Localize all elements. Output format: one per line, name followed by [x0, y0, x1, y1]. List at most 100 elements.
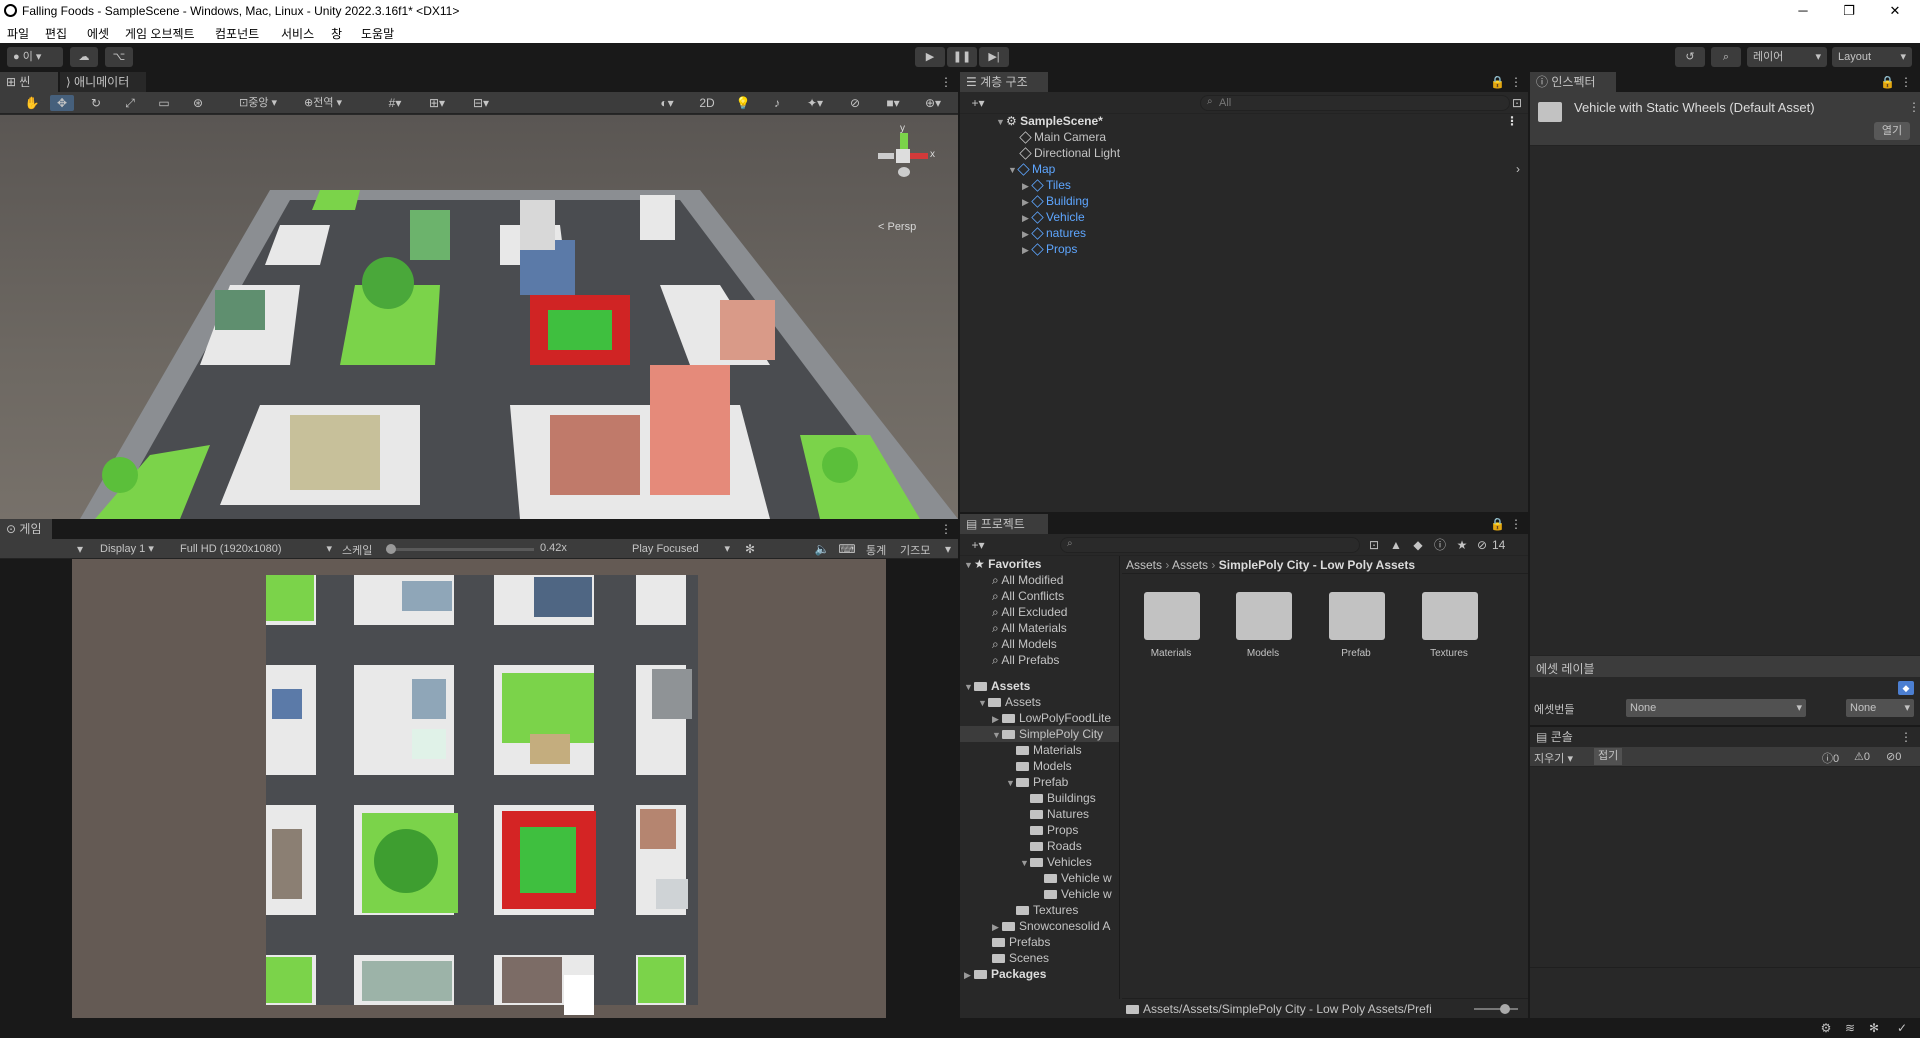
mode-2d-button[interactable]: 2D: [694, 95, 720, 111]
asset-variant-dropdown[interactable]: None ▾: [1846, 699, 1914, 717]
expand-arrow[interactable]: ▶: [1022, 210, 1032, 226]
menu-help[interactable]: 도움말: [361, 25, 394, 42]
tree-item-selected[interactable]: ▼ SimplePoly City: [960, 726, 1119, 742]
grid-snap-icon[interactable]: ⊞▾: [420, 95, 454, 111]
favorite-item[interactable]: ⌕ All Modified: [992, 572, 1063, 588]
hierarchy-item-main-camera[interactable]: Main Camera: [1019, 129, 1106, 145]
hierarchy-item-building[interactable]: ▶ Building: [1022, 193, 1089, 209]
info-filter[interactable]: ⓘ0: [1822, 750, 1839, 766]
label-icon[interactable]: ◆: [1410, 537, 1426, 553]
more-icon[interactable]: ⋮: [1900, 729, 1912, 745]
folder-grid-item[interactable]: Materials: [1136, 586, 1206, 666]
search-by-type-icon[interactable]: ⊡: [1366, 537, 1382, 553]
keyboard-icon[interactable]: ⌨: [838, 541, 856, 557]
breadcrumb-current[interactable]: SimplePoly City - Low Poly Assets: [1219, 558, 1415, 572]
scale-tool-icon[interactable]: ⤢: [118, 95, 142, 111]
hierarchy-item-natures[interactable]: ▶ natures: [1022, 225, 1086, 241]
menu-edit[interactable]: 편집: [45, 25, 67, 42]
more-icon[interactable]: ⋮: [1900, 74, 1912, 90]
open-button[interactable]: 열기: [1874, 122, 1910, 140]
scale-slider-handle[interactable]: [386, 544, 396, 554]
tag-icon[interactable]: ◆: [1898, 681, 1914, 695]
debug-icon[interactable]: ✻: [1866, 1020, 1882, 1036]
orientation-gizmo[interactable]: y x: [868, 123, 938, 183]
gizmos-button[interactable]: 기즈모: [900, 542, 930, 558]
auto-refresh-icon[interactable]: ⚙: [1818, 1020, 1834, 1036]
expand-arrow[interactable]: ▶: [1022, 242, 1032, 258]
lock-icon[interactable]: 🔒: [1490, 516, 1505, 532]
step-button[interactable]: ▶|: [979, 47, 1009, 67]
tab-scene[interactable]: ⊞ 씬: [0, 72, 58, 92]
scene-root[interactable]: ▼⚙ SampleScene* ⋮: [996, 113, 1526, 129]
display-dropdown[interactable]: Display 1 ▾: [96, 540, 168, 558]
tree-packages-root[interactable]: ▶ Packages: [964, 966, 1046, 982]
hierarchy-search[interactable]: ⌕ All: [1200, 95, 1510, 111]
hand-tool-icon[interactable]: ✋: [20, 95, 44, 111]
more-icon[interactable]: ⋮: [1510, 516, 1522, 532]
error-filter[interactable]: ⊘0: [1886, 750, 1901, 763]
hierarchy-item-tiles[interactable]: ▶ Tiles: [1022, 177, 1071, 193]
folder-grid-item[interactable]: Models: [1228, 586, 1298, 666]
minimize-button[interactable]: ─: [1780, 0, 1826, 22]
maximize-button[interactable]: ❐: [1826, 0, 1872, 22]
tree-assets-root[interactable]: ▼ Assets: [964, 678, 1030, 694]
play-mode-dropdown[interactable]: Play Focused ▾: [628, 540, 734, 558]
check-icon[interactable]: ✓: [1894, 1020, 1910, 1036]
more-icon[interactable]: ⋮: [1510, 74, 1522, 90]
tree-item[interactable]: ▶ Snowconesolid A: [992, 918, 1110, 934]
chevron-down-icon[interactable]: ▾: [942, 541, 954, 557]
expand-arrow[interactable]: ▼: [996, 114, 1006, 130]
persp-label[interactable]: < Persp: [878, 221, 916, 233]
menu-window[interactable]: 창: [331, 25, 342, 42]
tree-item[interactable]: Materials: [1016, 742, 1082, 758]
tree-item[interactable]: Vehicle w: [1044, 870, 1112, 886]
tree-item[interactable]: ▼ Assets: [978, 694, 1041, 710]
asset-bundle-dropdown[interactable]: None ▾: [1626, 699, 1806, 717]
lock-icon[interactable]: 🔒: [1490, 74, 1505, 90]
breadcrumb-item[interactable]: Assets: [1172, 558, 1208, 572]
collab-button[interactable]: ⌥: [105, 47, 133, 67]
hierarchy-item-vehicle[interactable]: ▶ Vehicle: [1022, 209, 1085, 225]
play-button[interactable]: ▶: [915, 47, 945, 67]
tree-item[interactable]: Buildings: [1030, 790, 1096, 806]
account-button[interactable]: ● 이 ▾: [7, 47, 63, 67]
draw-mode-icon[interactable]: ◐▾: [652, 95, 682, 111]
hierarchy-item-props[interactable]: ▶ Props: [1022, 241, 1077, 257]
info-icon[interactable]: ⓘ: [1432, 537, 1448, 553]
pause-button[interactable]: ❚❚: [947, 47, 977, 67]
tree-item[interactable]: Vehicle w: [1044, 886, 1112, 902]
hierarchy-item-map[interactable]: ▼ Map: [1008, 161, 1055, 177]
tab-game[interactable]: ⊙ 게임: [0, 519, 52, 539]
snap-grid-icon[interactable]: #▾: [378, 95, 412, 111]
zoom-slider[interactable]: [1474, 1008, 1518, 1010]
space-dropdown[interactable]: ⊕전역 ▾: [300, 94, 356, 112]
collapse-button[interactable]: 접기: [1594, 748, 1623, 765]
expand-arrow[interactable]: ▶: [1022, 194, 1032, 210]
rect-tool-icon[interactable]: ▭: [152, 95, 176, 111]
folder-grid-item[interactable]: Textures: [1414, 586, 1484, 666]
stats-button[interactable]: 통계: [866, 542, 886, 558]
chevron-right-icon[interactable]: ›: [1512, 161, 1524, 177]
tab-project[interactable]: ▤ 프로젝트: [960, 514, 1048, 534]
clear-button[interactable]: 지우기 ▾: [1534, 750, 1573, 766]
tree-item[interactable]: ▼ Prefab: [1006, 774, 1068, 790]
tree-item[interactable]: Roads: [1030, 838, 1082, 854]
audio-icon[interactable]: ♪: [764, 95, 790, 111]
menu-gameobject[interactable]: 게임 오브젝트: [125, 25, 195, 42]
gizmos-icon[interactable]: ⊕▾: [916, 95, 950, 111]
tree-item[interactable]: Textures: [1016, 902, 1078, 918]
console-detail-area[interactable]: [1530, 967, 1920, 1018]
menu-component[interactable]: 컴포넌트: [215, 25, 259, 42]
tree-item[interactable]: Natures: [1030, 806, 1089, 822]
chevron-down-icon[interactable]: ▾: [74, 541, 86, 557]
breadcrumb-item[interactable]: Assets: [1126, 558, 1162, 572]
hierarchy-item-directional-light[interactable]: Directional Light: [1019, 145, 1120, 161]
search-options-icon[interactable]: ⊡: [1510, 95, 1524, 111]
close-button[interactable]: ✕: [1872, 0, 1918, 22]
tab-inspector[interactable]: ⓘ 인스펙터: [1530, 72, 1616, 92]
resolution-dropdown[interactable]: Full HD (1920x1080) ▾: [176, 540, 336, 558]
menu-assets[interactable]: 에셋: [87, 25, 109, 42]
scale-slider[interactable]: [386, 544, 534, 554]
bug-icon[interactable]: ✻: [742, 541, 758, 557]
tree-item[interactable]: ▼ Vehicles: [1020, 854, 1092, 870]
